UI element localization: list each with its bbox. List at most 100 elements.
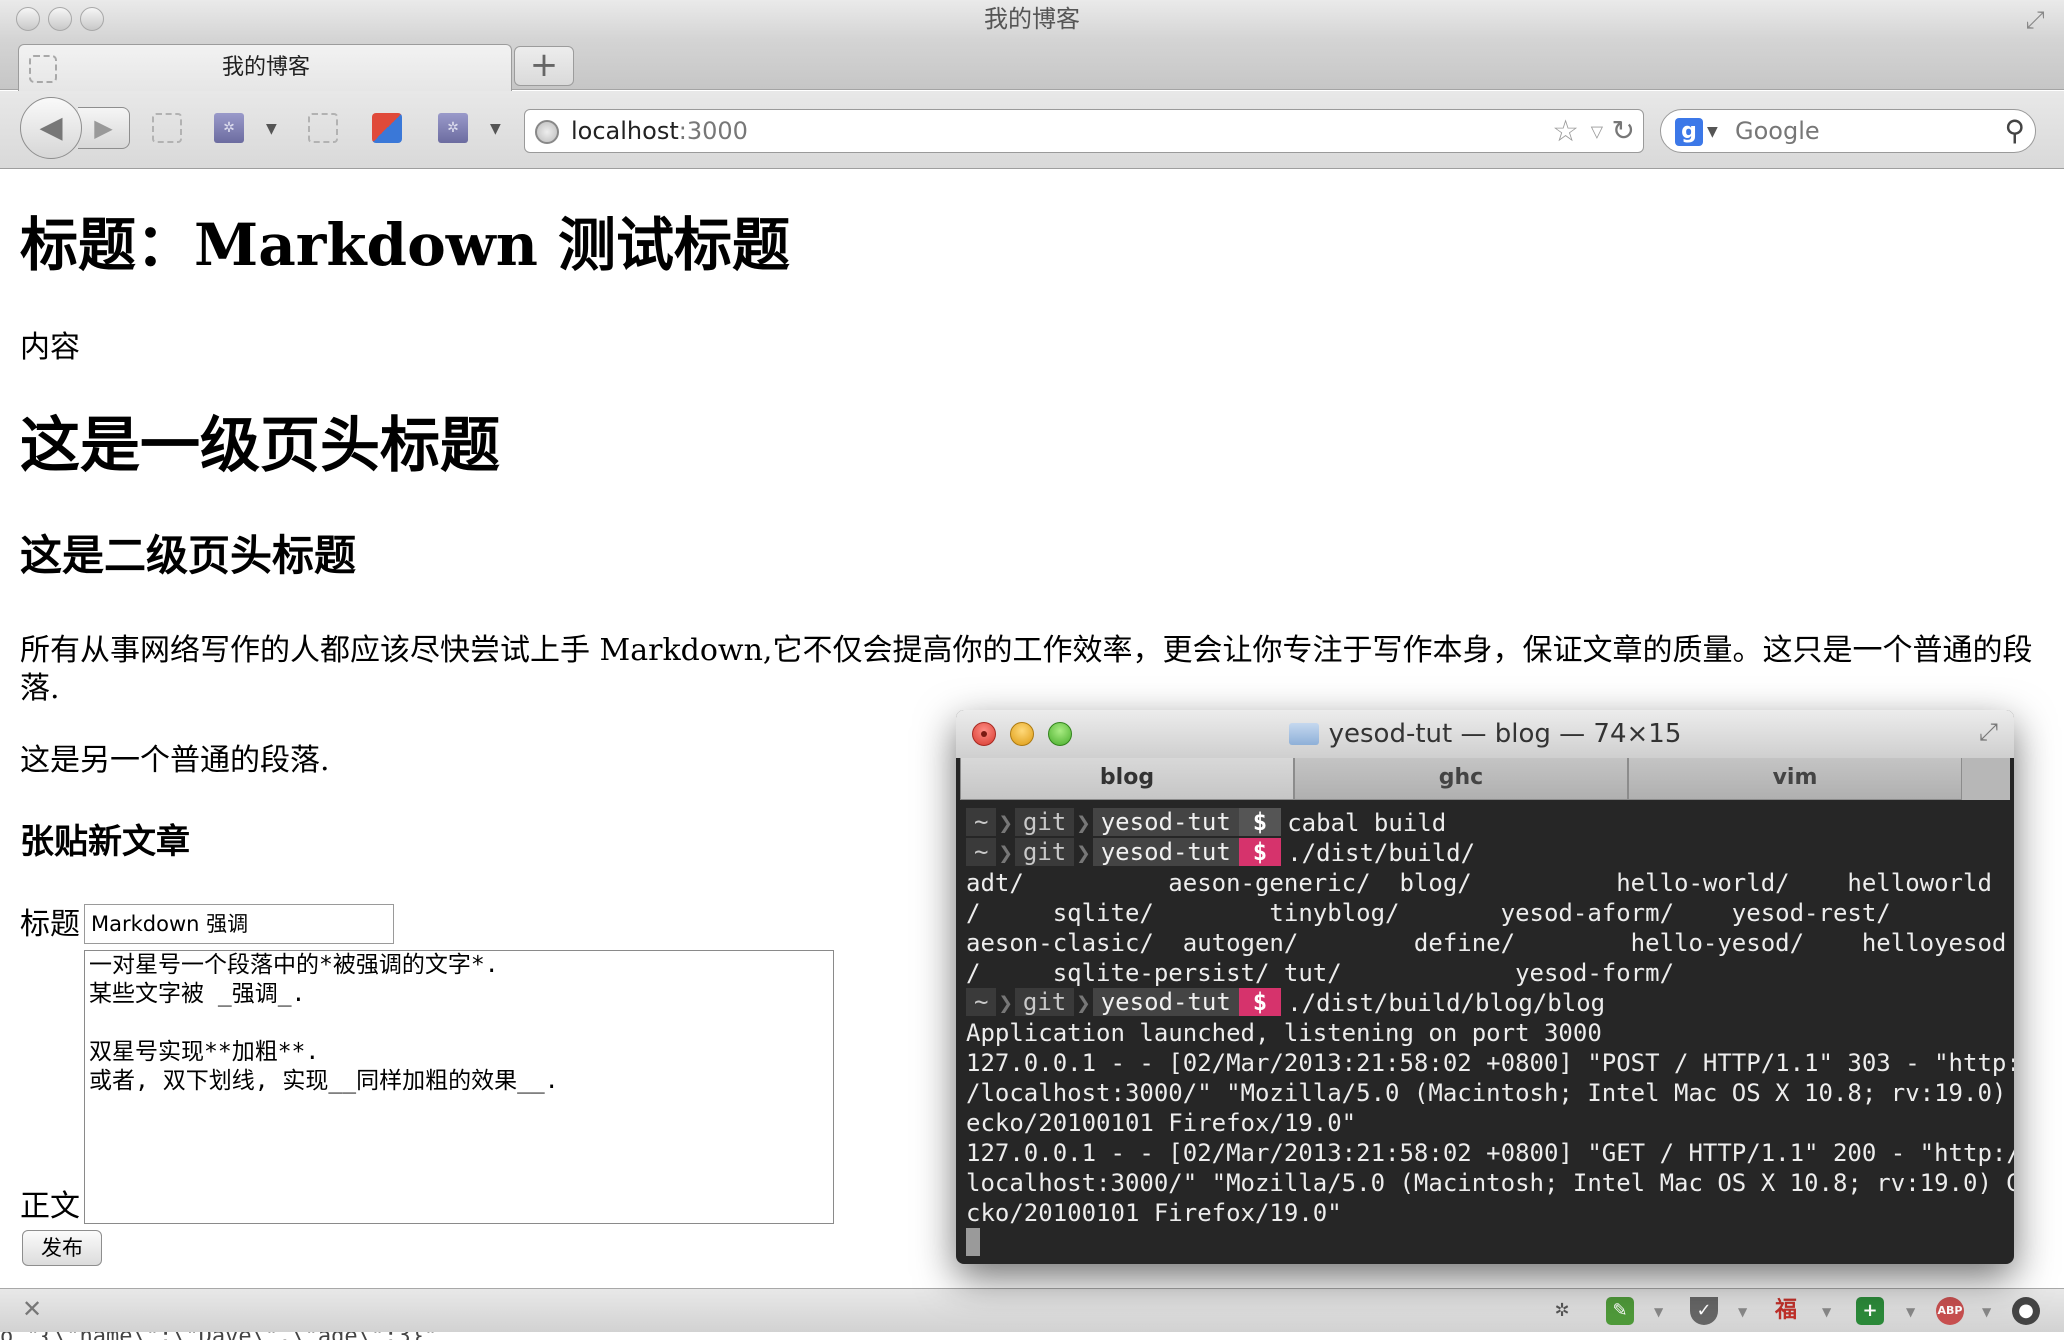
prompt-symbol-error: $ xyxy=(1238,838,1282,866)
url-bar[interactable]: localhost:3000 ☆ ▽ ↻ xyxy=(524,109,1644,153)
prompt-line: ~ ❯ git ❯ yesod-tut $ ./dist/build/blog/blog xyxy=(966,988,2006,1018)
url-text[interactable]: localhost:3000 xyxy=(571,110,748,152)
terminal-titlebar[interactable]: yesod-tut — blog — 74×15 ⤢ xyxy=(956,710,2014,758)
close-button[interactable] xyxy=(972,722,996,746)
forward-button[interactable]: ▶ xyxy=(78,107,130,149)
chevron-down-icon[interactable]: ▼ xyxy=(266,121,277,137)
command-text: ./dist/build/ xyxy=(1287,839,1476,867)
prompt-separator-icon: ❯ xyxy=(1076,989,1091,1017)
chevron-down-icon[interactable]: ▼ xyxy=(490,121,501,137)
prompt-dir: yesod-tut xyxy=(1092,808,1239,836)
zoom-window-button[interactable] xyxy=(80,7,104,31)
prompt-separator-icon: ❯ xyxy=(998,809,1013,837)
output-line: 127.0.0.1 - - [02/Mar/2013:21:58:02 +080… xyxy=(966,1139,2014,1167)
output-line: Application launched, listening on port … xyxy=(966,1019,1602,1047)
output-line: localhost:3000/" "Mozilla/5.0 (Macintosh… xyxy=(966,1169,2014,1197)
bookmark-placeholder-icon[interactable] xyxy=(152,113,182,143)
navigation-toolbar: ▶ ◀ ✲ ▼ ✲ ▼ localhost:3000 ☆ ▽ ↻ g ▼ Goo… xyxy=(0,91,2064,169)
url-host: localhost xyxy=(571,117,679,145)
tab-strip: 我的博客 + xyxy=(0,40,2064,91)
terminal-output[interactable]: ~ ❯ git ❯ yesod-tut $ cabal build ~ ❯ git ❯ yesod-… xyxy=(966,808,2014,1258)
search-bar[interactable]: g ▼ Google ⚲ xyxy=(1660,109,2036,153)
prompt-home: ~ xyxy=(966,808,997,836)
terminal-title: yesod-tut — blog — 74×15 xyxy=(1328,719,1682,749)
prompt-symbol-error: $ xyxy=(1238,988,1282,1016)
fullscreen-icon[interactable]: ⤢ xyxy=(2020,6,2050,34)
prompt-home: ~ xyxy=(966,838,997,866)
adblock-icon[interactable]: ABP xyxy=(1936,1297,1964,1325)
tab-vim[interactable]: vim xyxy=(1628,758,1962,800)
addon-pocket-icon[interactable]: ✓ xyxy=(1690,1297,1718,1325)
bookmark-folder-icon[interactable]: ✲ xyxy=(438,113,468,143)
prompt-separator-icon: ❯ xyxy=(1076,809,1091,837)
addon-bug-icon[interactable]: ✲ xyxy=(1548,1297,1576,1325)
extension-icon[interactable] xyxy=(372,113,402,143)
chevron-down-icon[interactable]: ▼ xyxy=(1822,1305,1831,1319)
close-icon[interactable]: ✕ xyxy=(22,1295,42,1323)
publish-button[interactable]: 发布 xyxy=(22,1230,102,1266)
globe-icon xyxy=(535,120,559,144)
addon-bar: ✕ ✲ ✎ ▼ ✓ ▼ 福 ▼ + ▼ ABP ▼ ● xyxy=(0,1288,2064,1332)
new-tab-button[interactable]: + xyxy=(514,46,574,86)
chevron-down-icon[interactable]: ▼ xyxy=(1654,1305,1663,1319)
minimize-window-button[interactable] xyxy=(48,7,72,31)
back-forward-group: ▶ ◀ xyxy=(20,97,130,161)
close-window-button[interactable] xyxy=(16,7,40,31)
output-line: 127.0.0.1 - - [02/Mar/2013:21:58:02 +080… xyxy=(966,1049,2014,1077)
output-line: ecko/20100101 Firefox/19.0" xyxy=(966,1109,1357,1137)
paragraph: 所有从事网络写作的人都应该尽快尝试上手 Markdown,它不仅会提高你的工作效… xyxy=(20,633,2033,706)
prompt-symbol: $ xyxy=(1238,808,1282,836)
url-port: :3000 xyxy=(678,117,748,145)
post-title: 标题：Markdown 测试标题 xyxy=(20,211,791,279)
paragraph: 这是另一个普通的段落. xyxy=(20,743,330,778)
tab-ghc[interactable]: ghc xyxy=(1294,758,1628,800)
prompt-git: git xyxy=(1014,838,1075,866)
history-dropdown-icon[interactable]: ▽ xyxy=(1591,122,1603,141)
chevron-down-icon[interactable]: ▼ xyxy=(1906,1305,1915,1319)
search-icon[interactable]: ⚲ xyxy=(2004,114,2025,147)
heading-level-1: 这是一级页头标题 xyxy=(20,411,500,481)
title-input[interactable]: Markdown 强调 xyxy=(84,904,394,944)
addon-pencil-icon[interactable]: ✎ xyxy=(1606,1297,1634,1325)
prompt-home: ~ xyxy=(966,988,997,1016)
tab-my-blog[interactable]: 我的博客 xyxy=(18,44,512,91)
prompt-separator-icon: ❯ xyxy=(998,989,1013,1017)
bookmark-star-icon[interactable]: ☆ xyxy=(1552,114,1579,149)
fullscreen-icon[interactable]: ⤢ xyxy=(1979,718,1998,746)
output-line: aeson-clasic/ autogen/ define/ hello-yes… xyxy=(966,929,2007,957)
tab-blog[interactable]: blog xyxy=(960,758,1294,800)
prompt-git: git xyxy=(1014,988,1075,1016)
bookmark-placeholder-icon[interactable] xyxy=(308,113,338,143)
window-title: 我的博客 xyxy=(984,5,1080,33)
addon-fortune-icon[interactable]: 福 xyxy=(1772,1297,1800,1325)
prompt-line: ~ ❯ git ❯ yesod-tut $ ./dist/build/ xyxy=(966,838,2006,868)
google-engine-icon[interactable]: g xyxy=(1675,118,1703,146)
terminal-tabs: blog ghc vim xyxy=(960,758,2010,800)
heading-level-2: 这是二级页头标题 xyxy=(20,531,357,580)
minimize-button[interactable] xyxy=(1010,722,1034,746)
addon-ninja-icon[interactable]: ● xyxy=(2012,1297,2040,1325)
search-input[interactable]: Google xyxy=(1735,110,1820,152)
addon-plus-icon[interactable]: + xyxy=(1856,1297,1884,1325)
output-line: /localhost:3000/" "Mozilla/5.0 (Macintos… xyxy=(966,1079,2014,1107)
prompt-dir: yesod-tut xyxy=(1092,838,1239,866)
prompt-dir: yesod-tut xyxy=(1092,988,1239,1016)
post-body-label: 内容 xyxy=(20,330,80,365)
terminal-window[interactable]: yesod-tut — blog — 74×15 ⤢ blog ghc vim … xyxy=(956,710,2014,1264)
body-label: 正文 xyxy=(20,1189,80,1224)
title-label: 标题 xyxy=(20,907,80,942)
output-line: / sqlite-persist/ tut/ yesod-form/ xyxy=(966,959,1675,987)
chevron-down-icon[interactable]: ▼ xyxy=(1738,1305,1747,1319)
output-line: adt/ aeson-generic/ blog/ hello-world/ h… xyxy=(966,869,1992,897)
background-window-text: o "{\"name\":\"Dave\",\"age\":3}" xyxy=(0,1332,437,1340)
zoom-button[interactable] xyxy=(1048,722,1072,746)
body-textarea[interactable]: 一对星号一个段落中的*被强调的文字*. 某些文字被 _强调_. 双星号实现**加… xyxy=(84,950,834,1224)
output-line: cko/20100101 Firefox/19.0" xyxy=(966,1199,1342,1227)
window-titlebar[interactable]: 我的博客 ⤢ xyxy=(0,0,2064,40)
back-button[interactable]: ◀ xyxy=(20,97,82,159)
chevron-down-icon[interactable]: ▼ xyxy=(1707,124,1718,140)
reload-icon[interactable]: ↻ xyxy=(1612,114,1635,147)
bookmark-folder-icon[interactable]: ✲ xyxy=(214,113,244,143)
prompt-git: git xyxy=(1014,808,1075,836)
chevron-down-icon[interactable]: ▼ xyxy=(1982,1305,1991,1319)
